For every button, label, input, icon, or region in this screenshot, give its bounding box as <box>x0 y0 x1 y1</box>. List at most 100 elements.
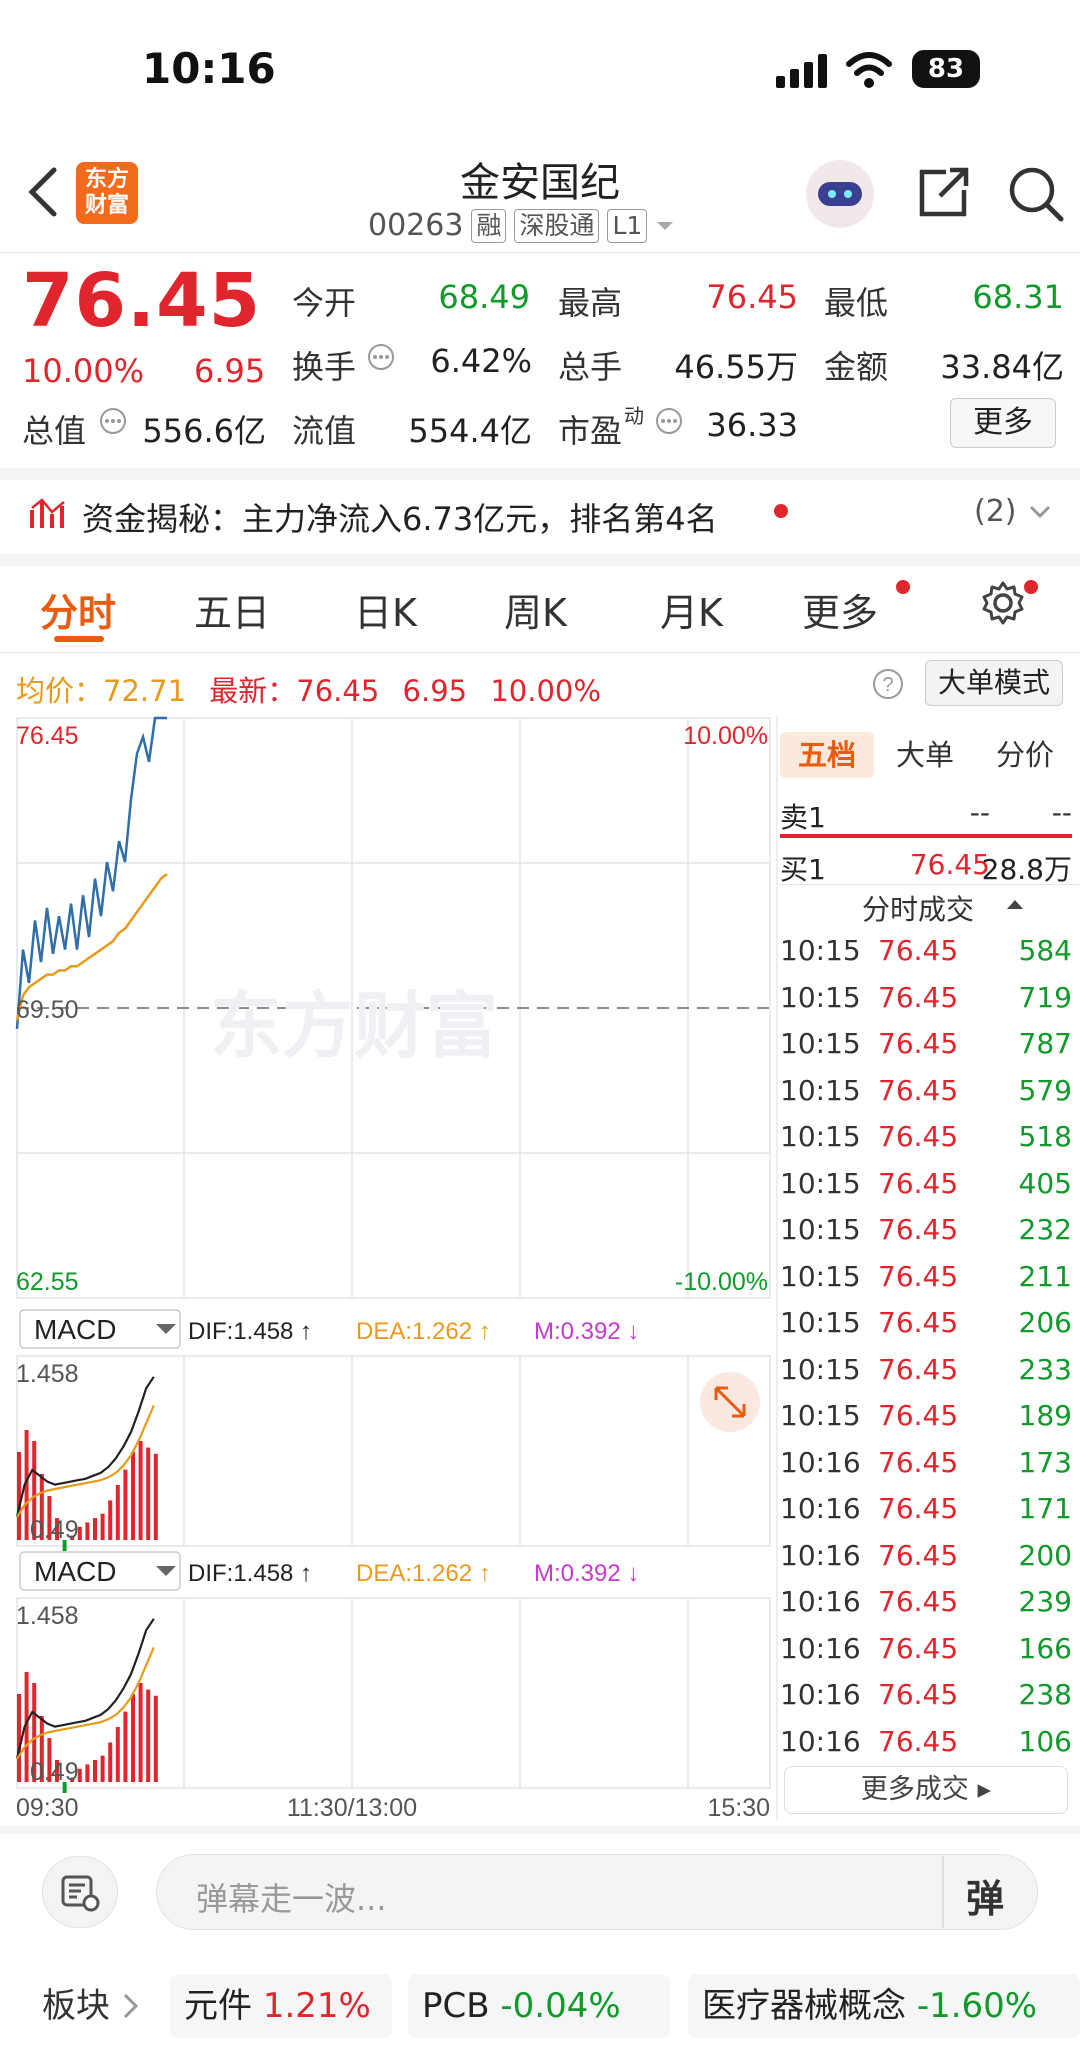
macd-bar <box>138 1683 143 1782</box>
trade-time: 10:16 <box>780 1538 861 1572</box>
x-label-open: 09:30 <box>16 1794 79 1820</box>
share-icon[interactable] <box>916 166 972 220</box>
trade-volume: 173 <box>1018 1445 1072 1479</box>
label-pe: 市盈 <box>558 412 623 450</box>
trade-price: 76.45 <box>878 1678 959 1711</box>
value-pe: 36.33 <box>706 406 798 444</box>
trade-price: 76.45 <box>878 1445 959 1479</box>
value-amount: 33.84亿 <box>940 348 1064 386</box>
ai-assistant-avatar[interactable] <box>806 160 874 228</box>
trade-price: 76.45 <box>878 1213 959 1246</box>
tab-price-volume[interactable]: 分价 <box>978 732 1072 778</box>
trade-row: 10:15 76.45 719 <box>780 975 1072 1021</box>
macd-bar <box>138 1441 143 1540</box>
price-line <box>15 716 167 1029</box>
macd-bar <box>153 1453 158 1540</box>
buy-1-row: 买1 76.45 28.8万 <box>780 848 1072 886</box>
trade-price: 76.45 <box>878 1724 959 1758</box>
trade-price: 76.45 <box>878 1073 959 1107</box>
trade-volume: 206 <box>1018 1306 1072 1339</box>
trade-time: 10:15 <box>780 1399 861 1432</box>
value-open: 68.49 <box>438 278 530 316</box>
trade-time: 10:15 <box>780 1352 861 1386</box>
tag-level: L1 <box>607 208 648 243</box>
trade-volume: 233 <box>1018 1352 1072 1386</box>
tab-order-book[interactable]: 五档 <box>780 732 874 778</box>
trade-row: 10:15 76.45 579 <box>780 1068 1072 1114</box>
bid-ask-separator <box>780 834 1072 838</box>
battery-indicator: 83 <box>912 50 980 88</box>
value-float-cap: 554.4亿 <box>408 412 532 450</box>
info-dots-icon[interactable] <box>98 406 128 436</box>
trade-time: 10:15 <box>780 1306 861 1339</box>
trade-price: 76.45 <box>878 1399 959 1432</box>
trade-volume: 584 <box>1018 934 1072 967</box>
value-low: 68.31 <box>972 278 1064 316</box>
info-dots-icon[interactable] <box>654 406 684 436</box>
change-amount: 6.95 <box>194 352 266 390</box>
danmu-toggle-icon[interactable]: 弹 <box>966 1868 1004 1923</box>
help-icon[interactable]: ? <box>872 668 904 700</box>
tab-five-day[interactable]: 五日 <box>194 582 270 637</box>
macd-bar <box>108 1742 113 1782</box>
intraday-chart[interactable]: 东方财富 76.45 69.50 62.55 10.00% -10.00% MA… <box>0 716 776 1820</box>
danmu-settings-button[interactable] <box>42 1856 118 1928</box>
trade-row: 10:15 76.45 787 <box>780 1021 1072 1067</box>
trade-row: 10:15 76.45 518 <box>780 1114 1072 1160</box>
big-order-mode-button[interactable]: 大单模式 <box>925 660 1063 706</box>
tag-margin: 融 <box>471 208 507 243</box>
macd-bar <box>146 1689 151 1782</box>
fund-flow-count: (2) <box>974 494 1017 529</box>
macd-dea-2: DEA:1.262 ↑ <box>356 1560 491 1587</box>
trade-volume: 106 <box>1018 1724 1072 1758</box>
trade-time: 10:15 <box>780 1259 861 1293</box>
sector-chip-components[interactable]: 元件 1.21% <box>170 1974 392 2038</box>
tab-more[interactable]: 更多 <box>802 582 878 637</box>
trade-volume: 200 <box>1018 1538 1072 1572</box>
trade-row: 10:15 76.45 584 <box>780 928 1072 974</box>
sector-chip-pcb[interactable]: PCB -0.04% <box>408 1974 670 2038</box>
trade-volume: 171 <box>1018 1492 1072 1525</box>
trade-volume: 239 <box>1018 1585 1072 1618</box>
macd-bottom-label-2: 0.49 <box>30 1758 79 1786</box>
value-high: 76.45 <box>706 278 798 316</box>
macd-dif-1: DIF:1.458 ↑ <box>188 1318 312 1345</box>
tab-intraday[interactable]: 分时 <box>40 582 116 637</box>
macd-m-1: M:0.392 ↓ <box>534 1318 639 1345</box>
sector-chip-medical[interactable]: 医疗器械概念 -1.60% <box>688 1974 1080 2038</box>
search-icon[interactable] <box>1006 164 1066 224</box>
trade-price: 76.45 <box>878 1352 959 1386</box>
y-label-mid: 69.50 <box>16 996 79 1024</box>
watermark: 东方财富 <box>210 987 498 1067</box>
stock-code-row[interactable]: 00263 融 深股通 L1 <box>368 208 675 243</box>
settings-gear-icon[interactable] <box>980 580 1026 626</box>
trade-row: 10:16 76.45 200 <box>780 1533 1072 1579</box>
value-volume: 46.55万 <box>674 348 798 386</box>
trade-price: 76.45 <box>878 1027 959 1060</box>
chevron-down-icon[interactable] <box>1028 504 1052 520</box>
more-trades-button[interactable]: 更多成交 ▸ <box>784 1766 1068 1814</box>
trade-price: 76.45 <box>878 1120 959 1153</box>
chevron-down-icon <box>657 221 674 230</box>
tab-big-orders[interactable]: 大单 <box>878 732 972 778</box>
trade-row: 10:16 76.45 106 <box>780 1719 1072 1765</box>
info-dots-icon[interactable] <box>366 342 396 372</box>
macd-bar <box>115 1727 120 1782</box>
trade-row: 10:16 76.45 166 <box>780 1626 1072 1672</box>
tab-daily-k[interactable]: 日K <box>354 582 417 637</box>
macd-top-label-2: 1.458 <box>16 1602 79 1630</box>
tab-weekly-k[interactable]: 周K <box>504 582 567 637</box>
trade-volume: 579 <box>1018 1073 1072 1107</box>
sector-label[interactable]: 板块 <box>42 1974 110 2038</box>
more-quote-button[interactable]: 更多 <box>950 398 1056 448</box>
fund-flow-summary[interactable]: 资金揭秘：主力净流入6.73亿元，排名第4名 <box>82 494 718 540</box>
trade-time: 10:15 <box>780 1073 861 1107</box>
trade-volume: 211 <box>1018 1259 1072 1293</box>
trade-row: 10:16 76.45 173 <box>780 1440 1072 1486</box>
macd-bar <box>100 1513 105 1540</box>
label-amount: 金额 <box>824 348 889 386</box>
y-label-bottom: 62.55 <box>16 1268 79 1296</box>
value-turnover: 6.42% <box>430 342 532 380</box>
macd-bottom-label-1: 0.49 <box>30 1516 79 1544</box>
tab-monthly-k[interactable]: 月K <box>660 582 723 637</box>
